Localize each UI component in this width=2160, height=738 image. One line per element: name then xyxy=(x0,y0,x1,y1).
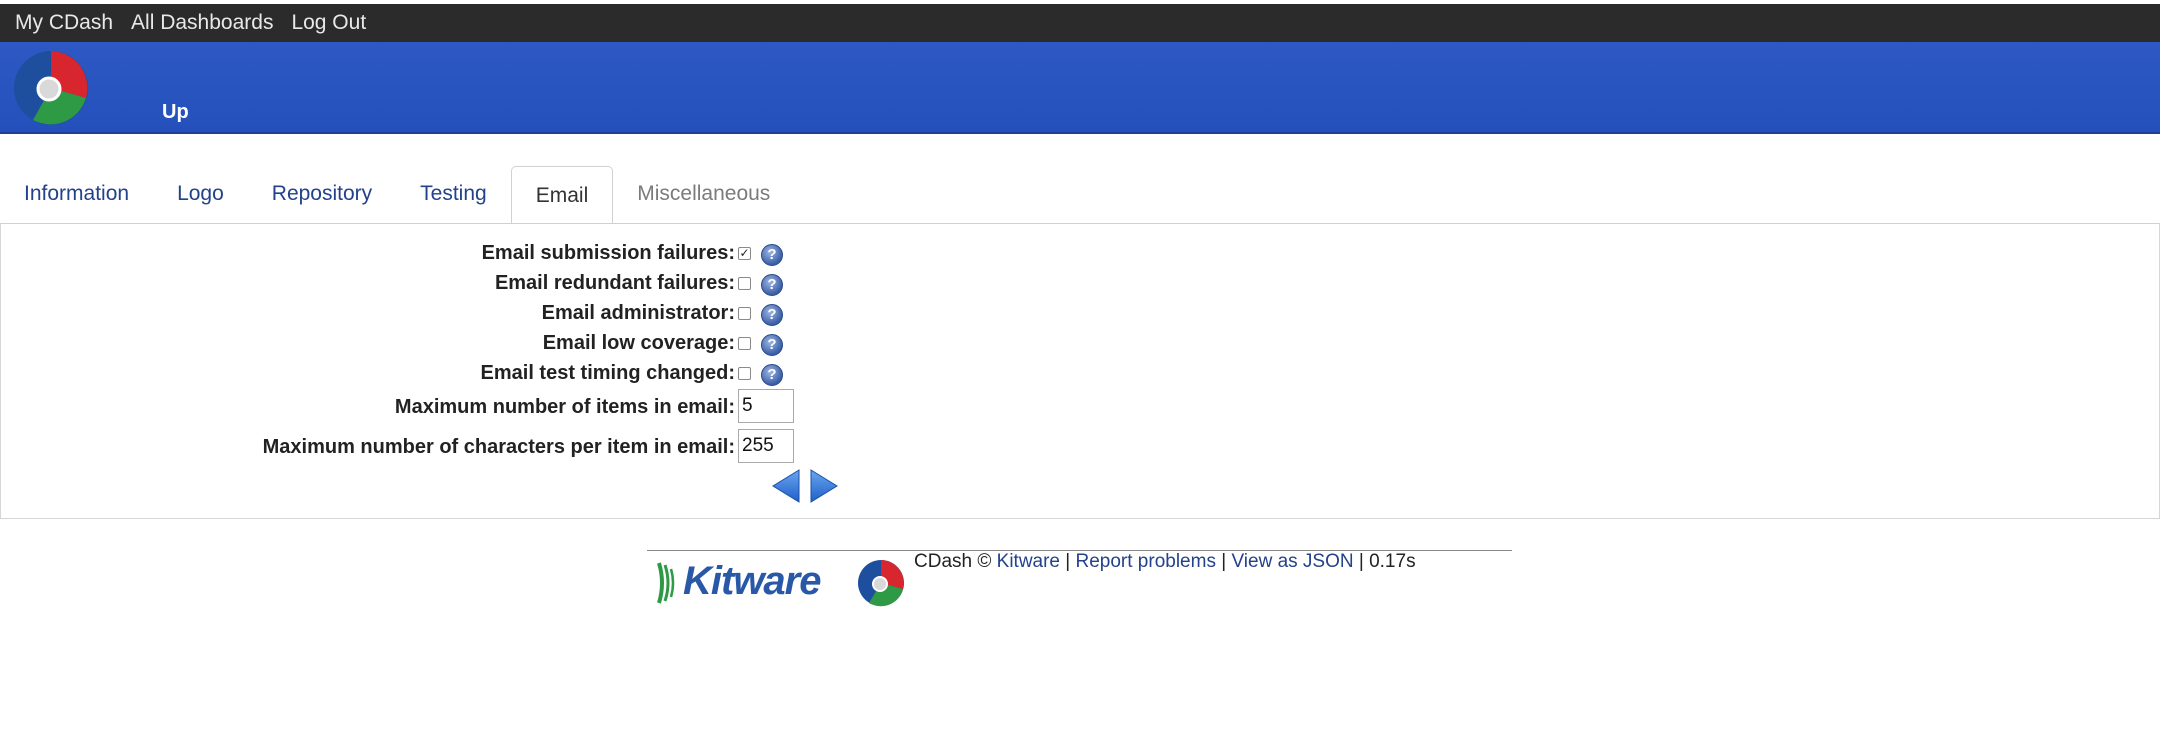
next-arrow-icon[interactable] xyxy=(809,468,839,504)
report-problems-link[interactable]: Report problems xyxy=(1076,551,1216,572)
tab-information[interactable]: Information xyxy=(0,165,153,223)
top-nav-bar: My CDash All Dashboards Log Out xyxy=(0,4,2160,42)
help-icon[interactable]: ? xyxy=(761,364,783,386)
email-submission-failures-label: Email submission failures: xyxy=(481,242,735,264)
footer-text: CDash © Kitware | Report problems | View… xyxy=(914,551,1416,573)
tab-miscellaneous[interactable]: Miscellaneous xyxy=(613,165,794,223)
settings-tabs: Information Logo Repository Testing Emai… xyxy=(0,163,2160,224)
help-icon[interactable]: ? xyxy=(761,304,783,326)
tab-testing[interactable]: Testing xyxy=(396,165,511,223)
email-administrator-label: Email administrator: xyxy=(541,302,735,324)
my-cdash-link[interactable]: My CDash xyxy=(15,11,113,35)
cdash-copyright: CDash © xyxy=(914,551,992,572)
log-out-link[interactable]: Log Out xyxy=(291,11,366,35)
project-title[interactable]: Up xyxy=(162,101,189,124)
view-as-json-link[interactable]: View as JSON xyxy=(1231,551,1353,572)
help-icon[interactable]: ? xyxy=(761,274,783,296)
email-submission-failures-checkbox[interactable]: ✓ xyxy=(738,247,751,260)
kitware-logo[interactable]: Kitware xyxy=(683,559,821,604)
max-items-input[interactable]: 5 xyxy=(738,389,794,423)
kitware-link[interactable]: Kitware xyxy=(997,551,1060,572)
help-icon[interactable]: ? xyxy=(761,334,783,356)
footer: Kitware CDash © Kitware | Report problem… xyxy=(647,550,1512,607)
max-chars-label: Maximum number of characters per item in… xyxy=(262,436,735,458)
all-dashboards-link[interactable]: All Dashboards xyxy=(131,11,273,35)
tab-repository[interactable]: Repository xyxy=(248,165,396,223)
timing-text: | 0.17s xyxy=(1358,551,1416,572)
email-redundant-failures-checkbox[interactable] xyxy=(738,277,751,290)
email-administrator-checkbox[interactable] xyxy=(738,307,751,320)
max-items-label: Maximum number of items in email: xyxy=(394,396,735,418)
email-settings-panel: Email submission failures: ✓ ? Email red… xyxy=(0,223,2160,519)
cdash-logo[interactable] xyxy=(13,50,89,126)
separator: | xyxy=(1221,551,1227,572)
project-header: Up xyxy=(0,42,2160,134)
max-chars-input[interactable]: 255 xyxy=(738,429,794,463)
email-test-timing-changed-checkbox[interactable] xyxy=(738,367,751,380)
email-redundant-failures-label: Email redundant failures: xyxy=(494,272,735,294)
separator: | xyxy=(1065,551,1071,572)
tab-email[interactable]: Email xyxy=(510,166,614,224)
tab-logo[interactable]: Logo xyxy=(153,165,248,223)
cdash-footer-logo[interactable] xyxy=(857,559,905,607)
email-low-coverage-checkbox[interactable] xyxy=(738,337,751,350)
email-low-coverage-label: Email low coverage: xyxy=(542,332,735,354)
previous-arrow-icon[interactable] xyxy=(771,468,801,504)
email-test-timing-changed-label: Email test timing changed: xyxy=(480,362,735,384)
help-icon[interactable]: ? xyxy=(761,244,783,266)
